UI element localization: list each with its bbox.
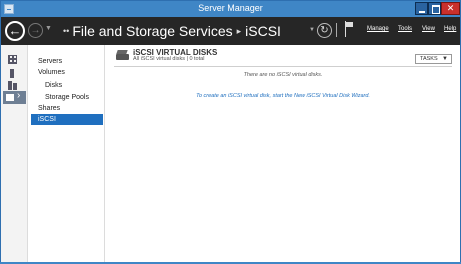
header-bar: ← → ▼ •• File and Storage Services ▸ iSCSI …: [1, 17, 460, 45]
nav-item-servers[interactable]: Servers: [29, 56, 103, 67]
history-dropdown-icon[interactable]: ▼: [45, 25, 52, 32]
local-server-icon[interactable]: [7, 69, 19, 79]
maximize-button[interactable]: [428, 2, 441, 15]
refresh-icon[interactable]: ↻: [317, 23, 332, 38]
navigation-pane: Servers Volumes Disks Storage Pools Shar…: [29, 45, 105, 263]
file-storage-icon[interactable]: [3, 90, 26, 104]
nav-item-volumes[interactable]: Volumes: [29, 67, 103, 78]
tasks-dropdown-button[interactable]: TASKS ▼: [415, 54, 452, 64]
menu-help[interactable]: Help: [444, 26, 456, 32]
menu-view[interactable]: View: [422, 26, 435, 32]
window-title: Server Manager: [198, 3, 263, 13]
breadcrumb-separator-icon: ▸: [236, 26, 242, 36]
breadcrumb-item-file-storage[interactable]: File and Storage Services: [72, 23, 232, 39]
breadcrumb-lead: ••: [63, 26, 70, 36]
nav-item-disks[interactable]: Disks: [29, 80, 103, 91]
empty-message: There are no iSCSI virtual disks.: [243, 72, 323, 78]
header-divider: [336, 23, 337, 37]
menu-tools[interactable]: Tools: [398, 26, 412, 32]
chevron-down-icon: ▼: [442, 56, 448, 62]
new-iscsi-virtual-disk-wizard-link[interactable]: To create an iSCSI virtual disk, start t…: [114, 93, 452, 99]
main-content: iSCSI VIRTUAL DISKS All iSCSI virtual di…: [106, 45, 460, 263]
left-icon-rail: [1, 45, 28, 263]
nav-item-iscsi[interactable]: iSCSI: [31, 114, 103, 125]
dashboard-icon[interactable]: [7, 55, 19, 65]
notifications-flag-icon[interactable]: [345, 21, 355, 37]
section-subtitle: All iSCSI virtual disks | 0 total: [133, 56, 205, 62]
refresh-dropdown-icon[interactable]: ▼: [309, 27, 315, 33]
close-button[interactable]: [441, 2, 460, 15]
title-bar[interactable]: Server Manager: [1, 1, 460, 17]
tasks-label: TASKS: [420, 56, 438, 62]
nav-item-storage-pools[interactable]: Storage Pools: [29, 92, 103, 103]
breadcrumb-item-iscsi: iSCSI: [245, 23, 281, 39]
back-arrow-icon[interactable]: ←: [5, 21, 25, 41]
nav-item-shares[interactable]: Shares: [29, 103, 103, 114]
breadcrumb: •• File and Storage Services ▸ iSCSI: [63, 23, 281, 39]
menu-manage[interactable]: Manage: [367, 26, 389, 32]
forward-arrow-icon[interactable]: →: [28, 23, 43, 38]
section-divider: [114, 66, 452, 67]
server-manager-window: Server Manager ← → ▼ ••File and Storage …: [0, 0, 461, 264]
minimize-button[interactable]: [415, 2, 428, 15]
virtual-disk-icon: [116, 49, 130, 61]
